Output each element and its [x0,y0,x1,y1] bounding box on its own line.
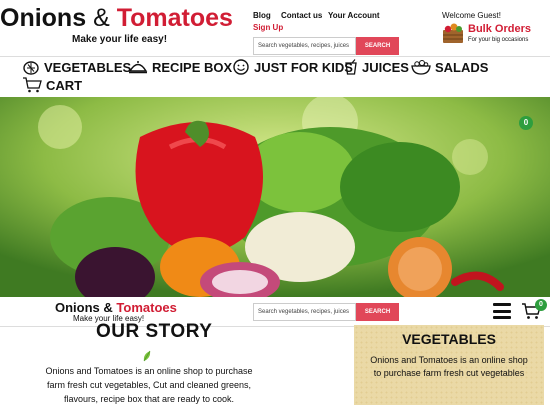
brand-word-tomatoes: Tomatoes [116,4,233,32]
nav-label: JUICES [362,59,409,75]
nav-recipe-box[interactable]: RECIPE BOX [128,59,232,75]
header-search: Search vegetables, recipes, juices SEARC… [253,37,399,55]
bulk-orders-link[interactable]: Bulk Orders [468,23,531,35]
nav-juices[interactable]: JUICES [344,59,409,75]
blog-link[interactable]: Blog [253,11,271,20]
search-input[interactable]: Search vegetables, recipes, juices [253,37,356,55]
sticky-search-input[interactable]: Search vegetables, recipes, juices [253,303,356,321]
bulk-orders-subtitle: For your big occasions [468,37,529,43]
our-story-heading: OUR STORY [96,321,213,342]
search-button[interactable]: SEARCH [356,37,399,55]
cart-count-badge[interactable]: 0 [519,116,533,130]
leaf-icon [143,350,151,362]
welcome-text: Welcome Guest! [442,11,501,20]
brand-word-tomatoes: Tomatoes [116,300,177,315]
cloche-icon [128,61,148,74]
nav-vegetables[interactable]: VEGETABLES [22,59,131,75]
sticky-search: Search vegetables, recipes, juices SEARC… [253,303,399,321]
brand-word-onions: Onions [55,300,100,315]
contact-us-link[interactable]: Contact us [281,11,322,20]
nav-label: RECIPE BOX [152,59,233,75]
vegetable-icon [23,61,39,75]
cart-icon [23,77,42,93]
vegetables-card-title: VEGETABLES [402,331,496,347]
brand-word-onions: Onions [0,4,87,32]
your-account-link[interactable]: Your Account [328,11,380,20]
nav-salads[interactable]: SALADS [411,59,488,75]
nav-label: JUST FOR KIDS [254,59,353,75]
vegetables-card-text: Onions and Tomatoes is an online shop to… [370,355,528,378]
sticky-brand-logo[interactable]: Onions & Tomatoes [55,300,177,315]
brand-tagline: Make your life easy! [72,34,168,45]
salad-bowl-icon [411,60,431,75]
nav-just-for-kids[interactable]: JUST FOR KIDS [232,59,353,75]
nav-divider [0,56,550,57]
nav-cart[interactable]: CART [22,77,82,93]
brand-ampersand: & [103,300,113,315]
brand-logo[interactable]: Onions & Tomatoes [0,4,233,33]
nav-label: SALADS [435,59,489,75]
hamburger-menu-icon[interactable] [493,303,511,319]
nav-label: VEGETABLES [44,59,132,75]
hero-banner [0,97,550,297]
sign-up-link[interactable]: Sign Up [253,23,283,32]
brand-ampersand: & [93,4,110,32]
crate-icon [443,23,463,43]
vegetables-image [0,97,550,297]
sticky-cart-count-badge[interactable]: 0 [535,299,547,311]
nav-label: CART [46,77,83,93]
juice-cup-icon [345,59,357,75]
smiley-icon [233,59,249,75]
sticky-search-button[interactable]: SEARCH [356,303,399,321]
